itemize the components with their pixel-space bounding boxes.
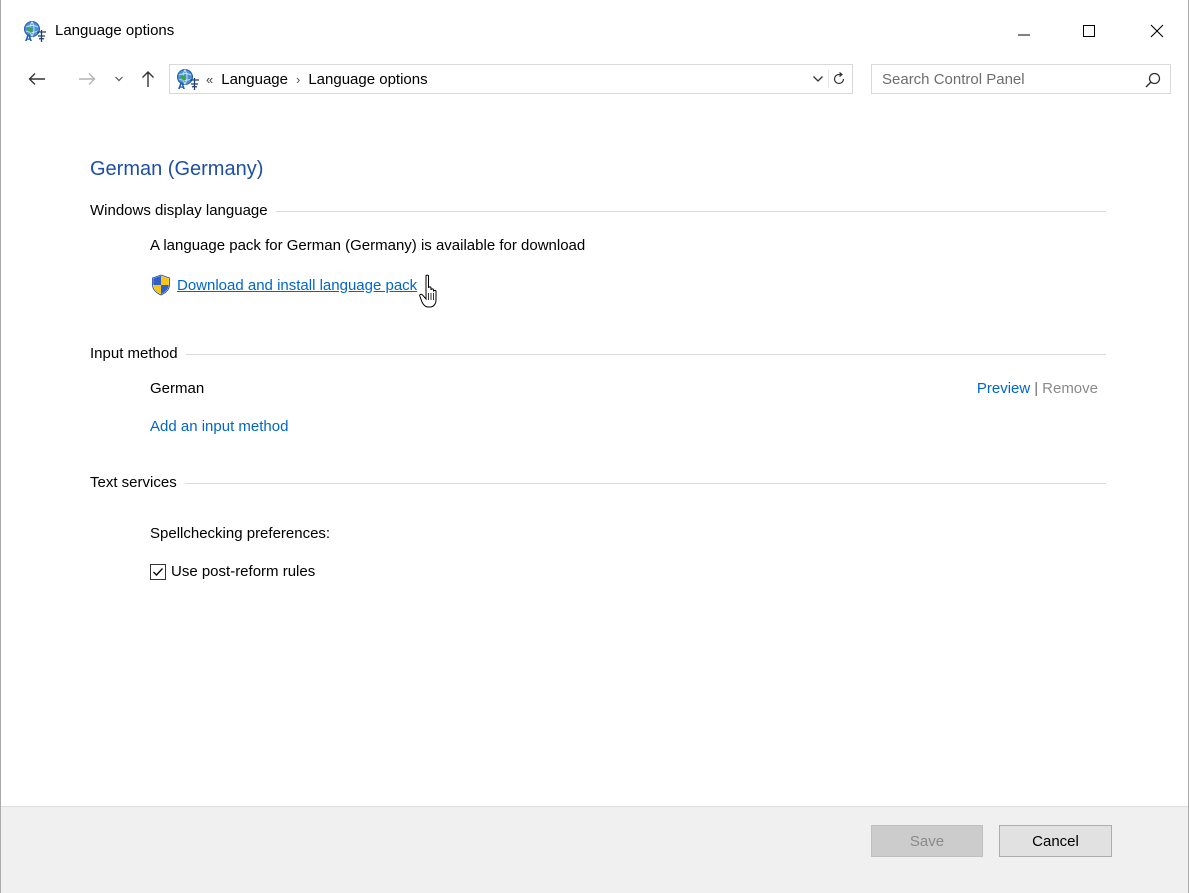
cancel-button[interactable]: Cancel [999, 825, 1112, 857]
address-dropdown-button[interactable] [810, 71, 826, 87]
input-method-section-header: Input method [90, 342, 1106, 364]
remove-link[interactable]: Remove [1042, 380, 1098, 397]
svg-text:A: A [25, 34, 32, 42]
breadcrumb-overflow[interactable]: « [206, 72, 213, 87]
navigation-bar: A « Language › Language options [1, 62, 1188, 96]
preview-link[interactable]: Preview [977, 380, 1030, 397]
forward-button[interactable] [75, 66, 99, 92]
action-divider: | [1034, 380, 1039, 397]
chevron-down-icon [813, 76, 823, 82]
section-heading: Input method [90, 344, 178, 362]
breadcrumb: « Language › Language options [206, 65, 428, 93]
refresh-button[interactable] [828, 70, 848, 88]
close-button[interactable] [1134, 14, 1180, 48]
refresh-icon [833, 72, 844, 85]
search-input[interactable] [872, 65, 1134, 93]
dialog-footer: Save Cancel [1, 806, 1188, 893]
arrow-up-icon [142, 71, 154, 87]
add-input-method-link[interactable]: Add an input method [150, 418, 288, 435]
spellcheck-preferences-label: Spellchecking preferences: [150, 525, 331, 542]
maximize-icon [1083, 25, 1095, 37]
page-title: German (Germany) [90, 158, 264, 180]
post-reform-rules-label: Use post-reform rules [171, 563, 316, 580]
input-method-row: German Preview | Remove [150, 380, 1098, 402]
minimize-button[interactable] [1001, 14, 1047, 48]
up-button[interactable] [137, 66, 159, 92]
post-reform-rules-option[interactable]: Use post-reform rules [150, 563, 315, 580]
section-divider [275, 210, 1106, 212]
search-icon[interactable] [1144, 71, 1162, 89]
text-services-section-header: Text services [90, 471, 1106, 493]
language-options-window: A Language options A « Language › Langua… [0, 0, 1189, 893]
input-method-actions: Preview | Remove [977, 380, 1098, 397]
maximize-button[interactable] [1066, 14, 1112, 48]
close-icon [1150, 24, 1164, 38]
language-pack-availability-text: A language pack for German (Germany) is … [150, 237, 586, 254]
arrow-left-icon [28, 73, 45, 85]
download-language-pack-link[interactable]: Download and install language pack [177, 277, 417, 294]
recent-locations-button[interactable] [111, 66, 127, 92]
language-globe-icon: A [24, 21, 46, 42]
download-language-pack-row: Download and install language pack [150, 274, 417, 296]
address-bar[interactable]: A « Language › Language options [169, 64, 853, 94]
section-divider [185, 353, 1106, 355]
chevron-down-icon [115, 76, 123, 82]
svg-text:A: A [178, 82, 185, 90]
back-button[interactable] [25, 66, 49, 92]
section-divider [184, 482, 1106, 484]
breadcrumb-item-language-options[interactable]: Language options [308, 71, 427, 88]
title-bar[interactable]: A Language options [1, 0, 1188, 60]
post-reform-rules-checkbox[interactable] [150, 563, 166, 580]
main-content: German (Germany) Windows display languag… [1, 96, 1188, 806]
save-button[interactable]: Save [871, 825, 983, 857]
input-method-name: German [150, 380, 205, 397]
breadcrumb-item-language[interactable]: Language [221, 71, 288, 88]
breadcrumb-separator[interactable]: › [296, 72, 300, 87]
language-globe-icon: A [177, 69, 199, 90]
search-box [871, 64, 1171, 94]
checkmark-icon [153, 567, 163, 576]
arrow-right-icon [79, 73, 96, 85]
section-heading: Text services [90, 473, 177, 491]
minimize-icon [1018, 34, 1030, 36]
uac-shield-icon [152, 274, 170, 296]
window-title: Language options [55, 22, 175, 39]
hand-pointer-cursor-icon [419, 274, 437, 308]
section-heading: Windows display language [90, 201, 268, 219]
display-language-section-header: Windows display language [90, 199, 1106, 221]
